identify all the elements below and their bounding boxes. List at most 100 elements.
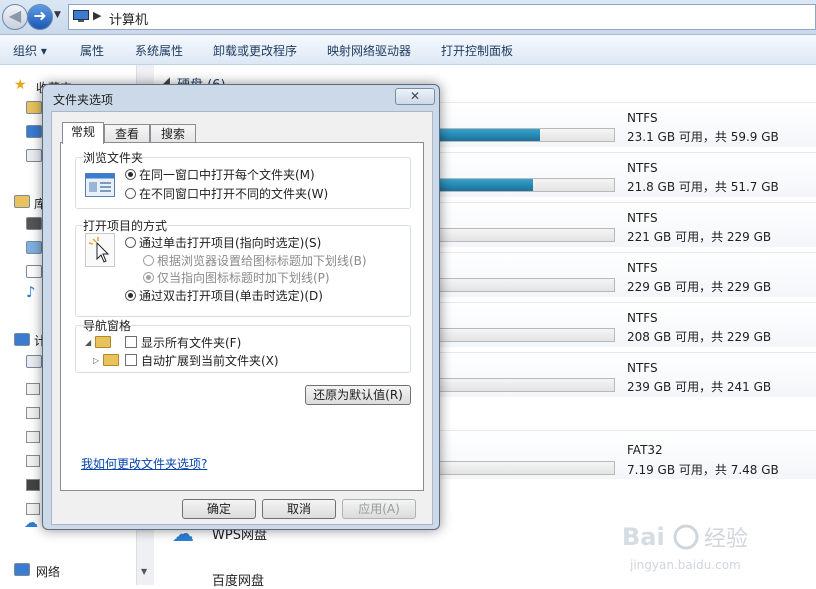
tree-collapsed-icon: ▷ [93,356,100,365]
recent-places-icon[interactable] [26,149,42,162]
drive-usage-bar [420,178,615,192]
baidu-jingyan-watermark: Bai 经验 jingyan.baidu.com [622,523,748,572]
nav-network[interactable]: 网络 [36,563,60,580]
open-control-panel-button[interactable]: 打开控制面板 [441,42,513,59]
cancel-button[interactable]: 取消 [262,499,336,519]
documents-icon[interactable] [26,265,42,278]
open-new-window-radio[interactable] [125,188,136,199]
computer-icon [73,10,89,22]
drive-icon[interactable] [26,407,40,419]
tab-view[interactable]: 查看 [104,124,150,143]
drive-usage-bar [420,278,615,292]
show-all-folders-checkbox[interactable] [125,336,137,348]
underline-hover-label[interactable]: 仅当指向图标标题时加下划线(P) [157,269,330,286]
folder-icon [103,354,119,366]
drive-usage-bar [420,228,615,242]
forward-button[interactable]: ➜ [27,4,53,30]
drive-capacity: 239 GB 可用，共 241 GB [627,380,772,394]
underline-browser-radio[interactable] [143,255,154,266]
dialog-body: 常规 查看 搜索 浏览文件夹 在同一窗口中打开每个文件夹(M) 在不同窗口中打开… [51,111,433,525]
general-tab-page: 浏览文件夹 在同一窗口中打开每个文件夹(M) 在不同窗口中打开不同的文件夹(W)… [60,142,424,491]
double-click-radio[interactable] [125,290,136,301]
system-drive-icon[interactable] [26,355,42,368]
desktop-icon[interactable] [26,125,42,138]
drive-filesystem: NTFS [627,361,658,375]
drive-filesystem: NTFS [627,111,658,125]
computer-nav-icon[interactable] [14,333,30,346]
libraries-icon[interactable] [14,195,30,208]
drive-icon[interactable] [26,431,40,443]
apply-button[interactable]: 应用(A) [342,499,416,519]
ok-button[interactable]: 确定 [182,499,256,519]
drive-capacity: 21.8 GB 可用，共 51.7 GB [627,180,779,194]
drive-capacity: 221 GB 可用，共 229 GB [627,230,772,244]
group-title: 浏览文件夹 [83,149,144,166]
double-click-label[interactable]: 通过双击打开项目(单击时选定)(D) [139,287,323,304]
map-network-drive-button[interactable]: 映射网络驱动器 [327,42,411,59]
back-button[interactable]: ◀ [2,4,28,30]
drive-icon[interactable] [26,455,40,467]
close-button[interactable]: ✕ [395,88,435,105]
address-bar-area: ◀ ➜ ▼ ▶ 计算机 [0,0,816,35]
single-click-label[interactable]: 通过单击打开项目(指向时选定)(S) [139,234,321,251]
cloud-drive-icon[interactable]: ☁ [24,515,38,531]
address-box[interactable]: ▶ 计算机 [68,4,816,30]
open-new-window-label[interactable]: 在不同窗口中打开不同的文件夹(W) [139,185,328,202]
group-title: 打开项目的方式 [83,217,168,234]
recent-pages-dropdown-icon[interactable]: ▼ [54,10,61,20]
folder-options-dialog: 文件夹选项 ✕ 常规 查看 搜索 浏览文件夹 在同一窗口中打开每个文件夹(M) … [42,84,440,530]
pictures-icon[interactable] [26,241,42,254]
system-properties-button[interactable]: 系统属性 [135,42,183,59]
open-same-window-radio[interactable] [125,169,136,180]
removable-drive-icon[interactable] [26,479,40,491]
show-all-folders-label[interactable]: 显示所有文件夹(F) [141,334,241,351]
drive-usage-bar [420,328,615,342]
drive-capacity: 208 GB 可用，共 229 GB [627,330,772,344]
breadcrumb-separator-icon[interactable]: ▶ [93,9,101,22]
drive-icon[interactable] [26,503,40,515]
underline-hover-radio[interactable] [143,272,154,283]
uninstall-button[interactable]: 卸载或更改程序 [213,42,297,59]
tab-general[interactable]: 常规 [62,122,104,144]
svg-text:Bai: Bai [622,523,665,551]
drive-usage-bar [420,378,615,392]
baidu-cloud-label[interactable]: 百度网盘 [212,570,264,589]
svg-text:经验: 经验 [704,527,748,552]
drive-filesystem: FAT32 [627,443,663,457]
auto-expand-checkbox[interactable] [125,354,137,366]
breadcrumb-computer[interactable]: 计算机 [109,9,148,28]
properties-button[interactable]: 属性 [80,42,104,59]
window-icon [85,173,115,197]
drive-capacity: 229 GB 可用，共 229 GB [627,280,772,294]
help-link[interactable]: 我如何更改文件夹选项? [81,455,207,472]
auto-expand-label[interactable]: 自动扩展到当前文件夹(X) [141,352,279,369]
svg-text:jingyan.baidu.com: jingyan.baidu.com [629,558,741,572]
tree-expanded-icon: ◢ [85,338,92,347]
group-title: 导航窗格 [83,317,132,334]
drive-filesystem: NTFS [627,211,658,225]
drive-capacity: 23.1 GB 可用，共 59.9 GB [627,130,779,144]
drive-filesystem: NTFS [627,261,658,275]
dialog-title: 文件夹选项 [53,93,114,107]
music-icon[interactable]: ♪ [26,283,36,301]
videos-icon[interactable] [26,217,42,230]
organize-button[interactable]: 组织 ▾ [13,42,47,59]
favorites-star-icon: ★ [14,77,27,93]
drive-usage-bar [420,461,615,475]
folder-icon [95,336,111,348]
drive-filesystem: NTFS [627,311,658,325]
downloads-icon[interactable] [26,101,42,114]
open-same-window-label[interactable]: 在同一窗口中打开每个文件夹(M) [139,166,315,183]
drive-icon[interactable] [26,383,40,395]
tab-search[interactable]: 搜索 [150,124,196,143]
command-bar: 组织 ▾ 属性 系统属性 卸载或更改程序 映射网络驱动器 打开控制面板 [0,35,816,65]
restore-defaults-button[interactable]: 还原为默认值(R) [305,385,411,405]
scroll-down-arrow-icon[interactable]: ▼ [141,567,147,576]
underline-browser-label[interactable]: 根据浏览器设置给图标标题加下划线(B) [157,252,367,269]
drive-usage-bar [420,128,615,142]
drive-filesystem: NTFS [627,161,658,175]
click-pointer-icon [85,233,115,267]
network-icon[interactable] [14,563,30,576]
single-click-radio[interactable] [125,237,136,248]
drive-capacity: 7.19 GB 可用，共 7.48 GB [627,463,779,477]
